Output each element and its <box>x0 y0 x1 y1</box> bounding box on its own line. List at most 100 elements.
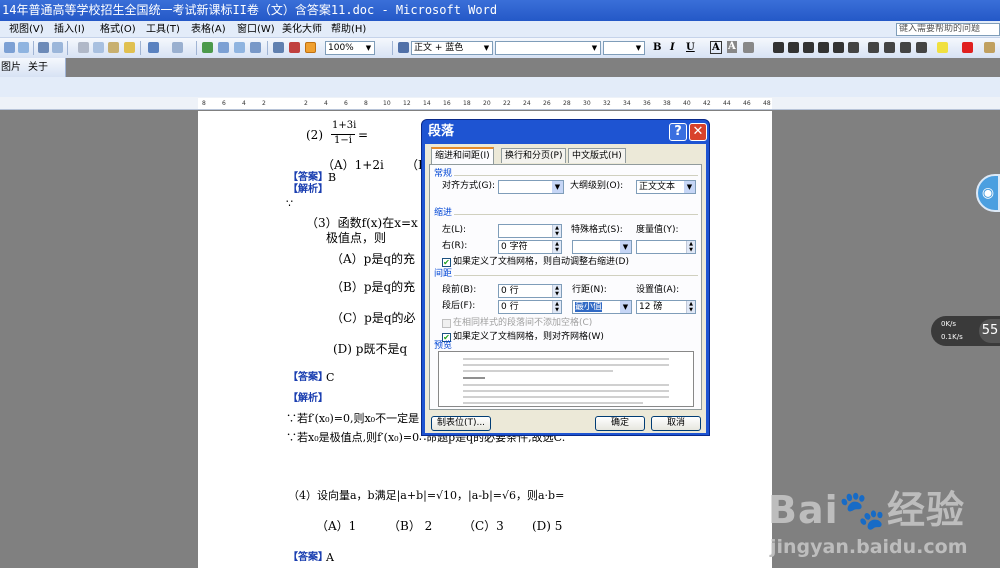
space-before-field[interactable]: 0 行 ▲ ▼ <box>498 284 562 298</box>
menu-beautify[interactable]: 美化大师 <box>282 23 322 36</box>
bullets-icon[interactable] <box>884 42 895 53</box>
q2-fraction-denominator: 1−i <box>334 135 352 146</box>
grid-indent-checkbox[interactable]: ✔ <box>442 258 451 267</box>
cancel-button[interactable]: 取消 <box>651 416 701 431</box>
distributed-icon[interactable] <box>833 42 844 53</box>
q3-option-c: （C）p是q的必 <box>331 311 416 325</box>
paragraph-dialog[interactable]: 段落 ? ✕ 缩进和间距(I) 换行和分页(P) 中文版式(H) 常规 对齐方式… <box>421 119 710 436</box>
chevron-down-icon: ▼ <box>620 301 631 313</box>
picture-button[interactable]: 图片 <box>1 61 21 74</box>
space-after-field[interactable]: 0 行 ▲ ▼ <box>498 300 562 314</box>
research-icon[interactable] <box>52 42 63 53</box>
highlight-icon[interactable] <box>937 42 948 53</box>
setting-value-field[interactable]: 12 磅 ▲ ▼ <box>636 300 696 314</box>
char-shading-button[interactable]: A <box>727 41 737 53</box>
menu-table[interactable]: 表格(A) <box>191 23 226 36</box>
custom-toolbar: 图片 关于 <box>0 58 66 77</box>
tab-line-page-breaks[interactable]: 换行和分页(P) <box>501 148 567 163</box>
print-icon[interactable] <box>4 42 15 53</box>
close-icon[interactable]: ✕ <box>689 123 707 141</box>
spinner-icon[interactable]: ▲ ▼ <box>552 285 561 297</box>
alignment-select[interactable]: ▼ <box>498 180 564 194</box>
menu-format[interactable]: 格式(O) <box>100 23 136 36</box>
special-format-select[interactable]: ▼ <box>572 240 632 254</box>
line-spacing-select[interactable]: 最小值 ▼ <box>572 300 632 314</box>
tab-indents-spacing[interactable]: 缩进和间距(I) <box>431 147 494 164</box>
font-color-icon[interactable] <box>962 42 973 53</box>
spelling-icon[interactable] <box>38 42 49 53</box>
styles-icon[interactable] <box>398 42 409 53</box>
insert-table-icon[interactable] <box>234 42 245 53</box>
ruler-tick: 6 <box>344 100 348 107</box>
font-combo[interactable]: ▼ <box>495 41 601 55</box>
spinner-icon[interactable]: ▲ ▼ <box>552 241 561 253</box>
format-painter-icon[interactable] <box>124 42 135 53</box>
underline-button[interactable]: U <box>686 41 695 55</box>
drawing-icon[interactable] <box>289 42 300 53</box>
char-scale-icon[interactable] <box>743 42 754 53</box>
align-left-icon[interactable] <box>773 42 784 53</box>
font-size-combo[interactable]: ▼ <box>603 41 645 55</box>
cut-icon[interactable] <box>78 42 89 53</box>
print-preview-icon[interactable] <box>18 42 29 53</box>
ruler-tick: 16 <box>443 100 451 107</box>
toolbar-area <box>0 77 1000 97</box>
ruler-tick: 10 <box>383 100 391 107</box>
download-speed: 0.1K/s <box>941 333 963 341</box>
spinner-icon[interactable]: ▲ ▼ <box>686 301 695 313</box>
char-border-button[interactable]: A <box>710 41 722 54</box>
about-button[interactable]: 关于 <box>28 61 48 74</box>
justify-icon[interactable] <box>818 42 829 53</box>
spinner-icon[interactable]: ▲ ▼ <box>686 241 695 253</box>
align-center-icon[interactable] <box>788 42 799 53</box>
paste-icon[interactable] <box>108 42 119 53</box>
divider <box>454 175 698 176</box>
q3-line-2: 极值点，则 <box>326 231 387 245</box>
redo-icon[interactable] <box>172 42 183 53</box>
tabs-button[interactable]: 制表位(T)... <box>431 416 491 431</box>
hyperlink-icon[interactable] <box>202 42 213 53</box>
decrease-indent-icon[interactable] <box>900 42 911 53</box>
outline-level-label: 大纲级别(O): <box>570 181 624 191</box>
insert-excel-icon[interactable] <box>250 42 261 53</box>
spinner-icon[interactable]: ▲ ▼ <box>552 301 561 313</box>
ok-button[interactable]: 确定 <box>595 416 645 431</box>
tab-asian-typography[interactable]: 中文版式(H) <box>568 148 626 163</box>
increase-indent-icon[interactable] <box>916 42 927 53</box>
help-search-input[interactable]: 键入需要帮助的问题 <box>896 23 1000 36</box>
menu-insert[interactable]: 插入(I) <box>54 23 85 36</box>
line-spacing-icon[interactable] <box>848 42 859 53</box>
measure-field[interactable]: ▲ ▼ <box>636 240 696 254</box>
menu-tools[interactable]: 工具(T) <box>146 23 180 36</box>
horizontal-ruler[interactable]: 8 6 4 2 2 4 6 8 10 12 14 16 18 20 22 24 … <box>198 98 772 109</box>
menu-view[interactable]: 视图(V) <box>9 23 44 36</box>
outline-level-select[interactable]: 正文文本 ▼ <box>636 180 696 194</box>
chevron-down-icon: ▼ <box>620 241 631 253</box>
zoom-combo[interactable]: 100% ▼ <box>325 41 375 55</box>
bold-button[interactable]: B <box>653 41 661 55</box>
align-right-icon[interactable] <box>803 42 814 53</box>
columns-icon[interactable] <box>273 42 284 53</box>
spinner-icon[interactable]: ▲ ▼ <box>552 225 561 237</box>
copy-icon[interactable] <box>93 42 104 53</box>
network-speed-widget[interactable]: 0K/s 0.1K/s 55 <box>931 316 1000 346</box>
window-title-bar[interactable]: 14年普通高等学校招生全国统一考试新课标II卷（文）含答案11.doc - Mi… <box>0 0 1000 21</box>
italic-button[interactable]: I <box>670 41 675 55</box>
special-format-label: 特殊格式(S): <box>571 225 623 235</box>
indent-right-field[interactable]: 0 字符 ▲ ▼ <box>498 240 562 254</box>
analysis-label: 【解析】 <box>288 393 328 404</box>
phonetic-guide-icon[interactable] <box>984 42 995 53</box>
show-hide-marks-icon[interactable] <box>305 42 316 53</box>
indent-left-field[interactable]: ▲ ▼ <box>498 224 562 238</box>
menu-help[interactable]: 帮助(H) <box>331 23 366 36</box>
tables-borders-icon[interactable] <box>218 42 229 53</box>
no-space-same-style-checkbox[interactable] <box>442 319 451 328</box>
wifi-icon[interactable]: ◉ <box>976 174 1000 212</box>
preview-line <box>463 364 669 366</box>
undo-icon[interactable] <box>148 42 159 53</box>
help-icon[interactable]: ? <box>669 123 687 141</box>
style-combo[interactable]: 正文 + 蓝色 ▼ <box>411 41 493 55</box>
menu-window[interactable]: 窗口(W) <box>237 23 275 36</box>
numbering-icon[interactable] <box>868 42 879 53</box>
group-general: 常规 <box>434 169 453 179</box>
